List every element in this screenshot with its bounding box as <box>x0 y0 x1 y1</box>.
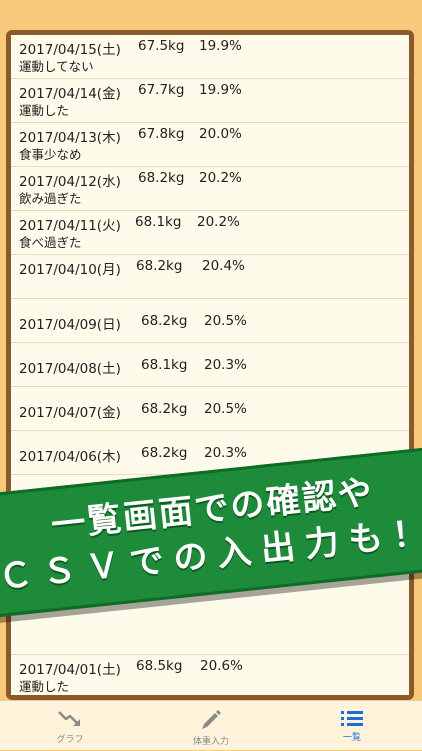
entry-fat: 19.9% <box>199 38 242 54</box>
list-item[interactable]: 2017/04/09(日) 68.2kg 20.5% <box>11 299 409 343</box>
tab-weight-input[interactable]: 体重入力 <box>141 701 281 751</box>
entry-date: 2017/04/11(火) <box>19 218 121 234</box>
entry-fat: 20.5% <box>204 313 247 329</box>
entry-memo: 運動してない <box>19 59 94 74</box>
list-item[interactable]: 2017/04/15(土) 67.5kg 19.9% 運動してない <box>11 35 409 79</box>
entry-weight: 68.1kg <box>135 214 182 230</box>
entry-memo: 運動した <box>19 679 70 694</box>
list-item[interactable]: 2017/04/10(月) 68.2kg 20.4% <box>11 255 409 299</box>
entry-weight: 68.5kg <box>136 658 183 674</box>
graph-trend-icon <box>58 711 80 726</box>
entry-date: 2017/04/14(金) <box>19 86 121 102</box>
entry-date: 2017/04/09(日) <box>19 317 121 333</box>
entry-weight: 68.2kg <box>138 170 185 186</box>
entry-weight: 67.8kg <box>138 126 185 142</box>
tab-bar: グラフ 体重入力 一覧 <box>0 700 422 750</box>
entry-weight: 68.2kg <box>141 401 188 417</box>
tab-graph-label: グラフ <box>56 735 84 745</box>
entry-memo: 食べ過ぎた <box>19 235 82 250</box>
entry-fat: 19.9% <box>199 82 242 98</box>
entry-fat: 20.5% <box>204 401 247 417</box>
list-item[interactable]: 2017/04/14(金) 67.7kg 19.9% 運動した <box>11 79 409 123</box>
entry-weight: 68.1kg <box>141 357 188 373</box>
list-item[interactable]: 2017/04/07(金) 68.2kg 20.5% <box>11 387 409 431</box>
entry-fat: 20.3% <box>204 445 247 461</box>
entry-date: 2017/04/06(木) <box>19 449 121 465</box>
pencil-icon <box>202 710 221 729</box>
entry-memo: 運動した <box>19 103 70 118</box>
entry-date: 2017/04/15(土) <box>19 42 121 58</box>
entry-memo: 飲み過ぎた <box>19 191 82 206</box>
entry-weight: 68.2kg <box>141 445 188 461</box>
tab-graph[interactable]: グラフ <box>0 701 140 751</box>
entry-date: 2017/04/07(金) <box>19 405 121 421</box>
list-item[interactable]: 2017/04/08(土) 68.1kg 20.3% <box>11 343 409 387</box>
tab-list-label: 一覧 <box>342 733 361 743</box>
entry-weight: 67.5kg <box>138 38 185 54</box>
entry-fat: 20.6% <box>200 658 243 674</box>
entry-date: 2017/04/13(木) <box>19 130 121 146</box>
list-icon <box>341 711 363 726</box>
entry-date: 2017/04/12(水) <box>19 174 121 190</box>
entry-weight: 67.7kg <box>138 82 185 98</box>
list-item[interactable]: 2017/04/13(木) 67.8kg 20.0% 食事少なめ <box>11 123 409 167</box>
entry-fat: 20.0% <box>199 126 242 142</box>
entry-weight: 68.2kg <box>141 313 188 329</box>
entry-date: 2017/04/10(月) <box>19 262 121 278</box>
list-item[interactable]: 2017/04/11(火) 68.1kg 20.2% 食べ過ぎた <box>11 211 409 255</box>
list-item[interactable]: 2017/04/01(土) 68.5kg 20.6% 運動した <box>11 655 409 695</box>
entry-memo: 食事少なめ <box>19 147 82 162</box>
tab-weight-input-label: 体重入力 <box>192 737 229 747</box>
entry-fat: 20.4% <box>202 258 245 274</box>
entry-fat: 20.2% <box>199 170 242 186</box>
entry-fat: 20.3% <box>204 357 247 373</box>
entry-fat: 20.2% <box>197 214 240 230</box>
entry-date: 2017/04/01(土) <box>19 662 121 678</box>
tab-list[interactable]: 一覧 <box>282 701 422 751</box>
entry-date: 2017/04/08(土) <box>19 361 121 377</box>
entry-weight: 68.2kg <box>136 258 183 274</box>
list-item[interactable]: 2017/04/12(水) 68.2kg 20.2% 飲み過ぎた <box>11 167 409 211</box>
